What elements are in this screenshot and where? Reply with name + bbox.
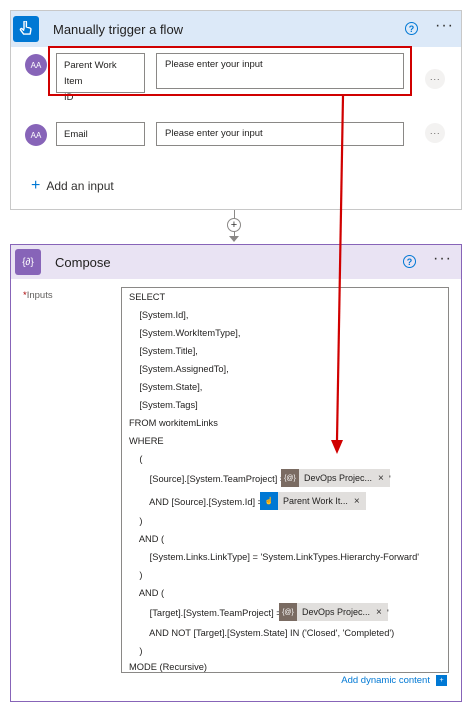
inputs-label-text: Inputs — [26, 290, 53, 301]
trigger-header[interactable]: Manually trigger a flow ? ··· — [11, 11, 461, 47]
code-line: FROM workitemLinks — [129, 418, 218, 428]
code-line: ) — [129, 646, 143, 656]
code-line: SELECT — [129, 292, 166, 302]
hand-tap-icon — [13, 16, 39, 42]
add-dynamic-content-link[interactable]: Add dynamic content + — [341, 675, 447, 686]
code-line: AND ( — [129, 588, 165, 598]
code-line: [System.State], — [129, 382, 203, 392]
code-line: [System.Id], — [129, 310, 189, 320]
variable-icon: {@} — [279, 603, 297, 621]
token-label: DevOps Projec... — [304, 473, 373, 483]
code-line: WHERE — [129, 436, 164, 446]
code-line: [Target].[System.TeamProject] = ' — [129, 608, 287, 618]
code-quote: ' — [389, 474, 391, 484]
code-line: [System.AssignedTo], — [129, 364, 229, 374]
code-line: AND [Source].[System.Id] = — [129, 497, 264, 507]
text-input-avatar-icon: AA — [25, 124, 47, 146]
field-more-icon[interactable]: ··· — [425, 123, 445, 143]
code-line: [System.Links.LinkType] = 'System.LinkTy… — [129, 552, 420, 562]
code-line: AND NOT [Target].[System.State] IN ('Clo… — [129, 628, 395, 638]
field-label-email[interactable]: Email — [56, 122, 145, 146]
trigger-card: Manually trigger a flow ? ··· AA Parent … — [10, 10, 462, 210]
code-line: [System.Tags] — [129, 400, 198, 410]
connector-arrow-icon — [229, 236, 239, 242]
compose-icon: {∂} — [15, 249, 41, 275]
trigger-title: Manually trigger a flow — [53, 21, 184, 37]
dynamic-token-parent-work-item[interactable]: ☝ Parent Work It... × — [260, 492, 366, 510]
field-input-email[interactable]: Please enter your input — [156, 122, 404, 146]
code-quote: ' — [387, 608, 389, 618]
close-icon[interactable]: × — [354, 496, 366, 507]
code-line: ) — [129, 570, 143, 580]
code-line: MODE (Recursive) — [129, 662, 207, 672]
compose-title: Compose — [55, 254, 111, 270]
text-input-avatar-icon: AA — [25, 54, 47, 76]
add-input-label: Add an input — [46, 179, 114, 193]
add-dynamic-content-label: Add dynamic content — [341, 675, 430, 686]
token-label: DevOps Projec... — [302, 607, 371, 617]
code-line: [Source].[System.TeamProject] = ' — [129, 474, 290, 484]
token-label: Parent Work It... — [283, 496, 348, 506]
code-line: AND ( — [129, 534, 165, 544]
plus-icon: + — [31, 177, 41, 194]
variable-icon: {@} — [281, 469, 299, 487]
code-line: [System.WorkItemType], — [129, 328, 241, 338]
hand-tap-icon: ☝ — [260, 492, 278, 510]
inputs-editor[interactable]: SELECT [System.Id], [System.WorkItemType… — [121, 287, 449, 673]
code-line: ( — [129, 454, 143, 464]
add-input-button[interactable]: + Add an input — [31, 177, 114, 195]
help-icon[interactable]: ? — [405, 22, 418, 35]
canvas: Manually trigger a flow ? ··· AA Parent … — [0, 0, 474, 711]
compose-card: {∂} Compose ? ··· *Inputs SELECT [System… — [10, 244, 462, 702]
more-options-icon[interactable]: ··· — [433, 250, 452, 268]
insert-step-plus-icon[interactable]: + — [227, 218, 241, 232]
dynamic-token-devops-project[interactable]: {@} DevOps Projec... × — [279, 603, 388, 621]
help-icon[interactable]: ? — [403, 255, 416, 268]
highlight-box — [48, 46, 412, 96]
add-dynamic-icon: + — [436, 675, 447, 686]
more-options-icon[interactable]: ··· — [435, 17, 454, 35]
code-line: [System.Title], — [129, 346, 198, 356]
inputs-label: *Inputs — [23, 290, 53, 301]
compose-header[interactable]: {∂} Compose ? ··· — [11, 245, 461, 279]
dynamic-token-devops-project[interactable]: {@} DevOps Projec... × — [281, 469, 390, 487]
field-more-icon[interactable]: ··· — [425, 69, 445, 89]
code-line: ) — [129, 516, 143, 526]
